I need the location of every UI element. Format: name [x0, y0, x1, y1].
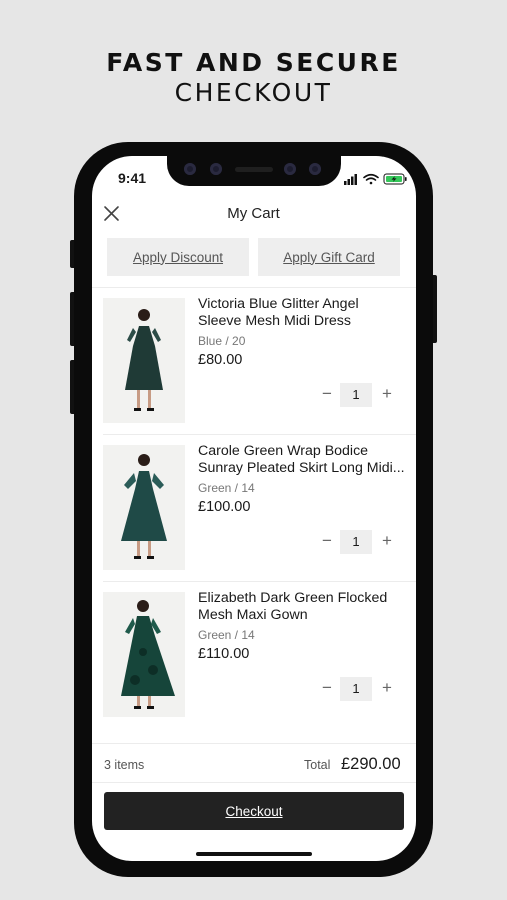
product-title-line-2: Sleeve Mesh Midi Dress [198, 313, 351, 329]
decrease-quantity-button[interactable]: − [318, 383, 336, 407]
product-variant: Green / 14 [198, 628, 255, 642]
home-indicator[interactable] [196, 852, 312, 856]
quantity-stepper: − 1 + [318, 677, 398, 701]
total-label: Total [304, 758, 331, 772]
product-title[interactable]: Carole Green Wrap Bodice Sunray Pleated … [198, 443, 408, 477]
increase-quantity-button[interactable]: + [378, 677, 396, 701]
product-price: £80.00 [198, 352, 243, 368]
quantity-value[interactable]: 1 [340, 677, 372, 701]
product-title-line-1: Victoria Blue Glitter Angel [198, 296, 359, 312]
promo-headline: FAST AND SECURE CHECKOUT [0, 48, 507, 108]
product-image[interactable] [103, 298, 185, 423]
total-value: £290.00 [341, 755, 401, 773]
cart-item: Carole Green Wrap Bodice Sunray Pleated … [92, 435, 416, 581]
decrease-quantity-button[interactable]: − [318, 530, 336, 554]
quantity-stepper: − 1 + [318, 383, 398, 407]
page-title: My Cart [227, 205, 280, 222]
increase-quantity-button[interactable]: + [378, 530, 396, 554]
product-variant: Blue / 20 [198, 334, 246, 348]
quantity-value[interactable]: 1 [340, 530, 372, 554]
apply-discount-button[interactable]: Apply Discount [107, 238, 249, 276]
quantity-value[interactable]: 1 [340, 383, 372, 407]
battery-charging-icon [383, 173, 407, 185]
face-id-sensor-icon [284, 163, 296, 175]
proximity-sensor-icon [309, 163, 321, 175]
product-title-line-1: Elizabeth Dark Green Flocked [198, 590, 388, 606]
product-price: £110.00 [198, 646, 250, 662]
status-icons [344, 173, 407, 185]
product-title-line-1: Carole Green Wrap Bodice [198, 443, 369, 459]
front-camera-icon [184, 163, 196, 175]
apply-gift-card-button[interactable]: Apply Gift Card [258, 238, 400, 276]
status-time: 9:41 [118, 170, 147, 186]
decrease-quantity-button[interactable]: − [318, 677, 336, 701]
product-title-line-2: Sunray Pleated Skirt Long Midi... [198, 460, 405, 476]
signal-icon [344, 174, 357, 185]
earpiece-speaker [235, 167, 273, 172]
product-image[interactable] [103, 445, 185, 570]
cart-item: Elizabeth Dark Green Flocked Mesh Maxi G… [92, 582, 416, 728]
increase-quantity-button[interactable]: + [378, 383, 396, 407]
product-price: £100.00 [198, 499, 251, 515]
items-count: 3 items [104, 758, 145, 772]
sensor-icon [210, 163, 222, 175]
quantity-stepper: − 1 + [318, 530, 398, 554]
cart-summary: 3 items Total £290.00 [92, 743, 416, 783]
wifi-icon [363, 173, 379, 185]
promo-line-1: FAST AND SECURE [106, 48, 401, 77]
product-title[interactable]: Victoria Blue Glitter Angel Sleeve Mesh … [198, 296, 408, 330]
cart-item: Victoria Blue Glitter Angel Sleeve Mesh … [92, 288, 416, 434]
product-variant: Green / 14 [198, 481, 255, 495]
promo-line-2: CHECKOUT [174, 78, 333, 107]
product-title-line-2: Mesh Maxi Gown [198, 607, 308, 623]
product-image[interactable] [103, 592, 185, 717]
product-title[interactable]: Elizabeth Dark Green Flocked Mesh Maxi G… [198, 590, 408, 624]
checkout-button[interactable]: Checkout [104, 792, 404, 830]
